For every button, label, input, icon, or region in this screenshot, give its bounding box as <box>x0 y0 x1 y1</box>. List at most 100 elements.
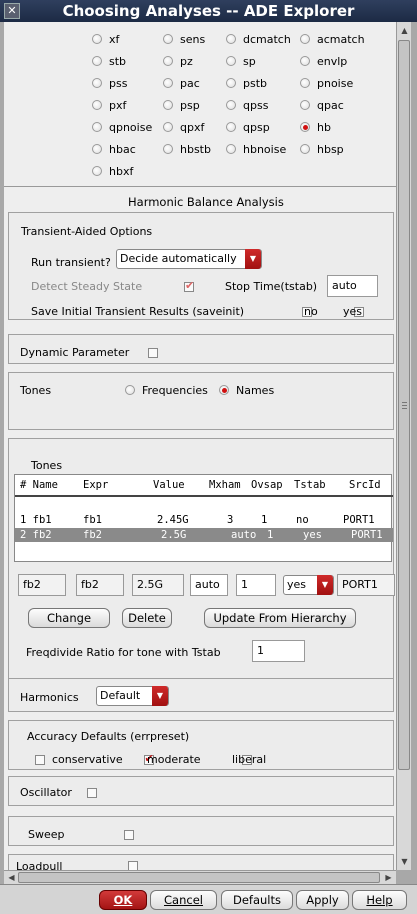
analysis-option-qpxf[interactable]: qpxf <box>163 120 204 136</box>
horizontal-scrollbar[interactable]: ◀ ▶ <box>4 870 396 884</box>
vertical-scroll-thumb[interactable] <box>398 40 410 770</box>
tone-tstab-value: yes <box>287 578 307 591</box>
radio-icon <box>226 34 236 44</box>
scroll-right-icon[interactable]: ▶ <box>383 872 394 883</box>
horizontal-scroll-thumb[interactable] <box>18 872 380 883</box>
tone-expr-field[interactable]: fb2 <box>76 574 124 596</box>
section-title: Harmonic Balance Analysis <box>128 195 284 209</box>
form-viewport: xf sens dcmatch acmatch stb pz sp envlp pss pac ps… <box>4 22 396 870</box>
radio-icon <box>163 100 173 110</box>
analysis-option-acmatch[interactable]: acmatch <box>300 32 365 48</box>
analysis-option-hb[interactable]: hb <box>300 120 331 136</box>
update-from-hierarchy-button[interactable]: Update From Hierarchy <box>204 608 356 628</box>
loadpull-checkbox[interactable] <box>128 861 138 870</box>
help-label: Help <box>366 893 393 907</box>
analysis-option-hbstb[interactable]: hbstb <box>163 142 211 158</box>
defaults-button[interactable]: Defaults <box>221 890 293 910</box>
radio-icon <box>163 122 173 132</box>
analysis-option-hbnoise[interactable]: hbnoise <box>226 142 286 158</box>
analysis-option-qpnoise[interactable]: qpnoise <box>92 120 152 136</box>
analysis-option-pac[interactable]: pac <box>163 76 200 92</box>
analysis-option-hbxf[interactable]: hbxf <box>92 164 133 180</box>
analysis-option-qpac[interactable]: qpac <box>300 98 344 114</box>
cell-srcid: PORT1 <box>343 514 375 526</box>
stop-time-input[interactable]: auto <box>327 275 378 297</box>
table-header: # Name Expr Value Mxham Ovsap Tstab SrcI… <box>15 475 393 497</box>
radio-icon <box>92 34 102 44</box>
cell-tstab: no <box>296 514 309 526</box>
analysis-option-label: sens <box>180 33 206 46</box>
sweep-checkbox[interactable] <box>124 830 134 840</box>
analysis-option-pstb[interactable]: pstb <box>226 76 267 92</box>
dynamic-parameter-checkbox[interactable] <box>148 348 158 358</box>
liberal-label: liberal <box>232 753 267 766</box>
analysis-option-label: pnoise <box>317 77 354 90</box>
apply-button[interactable]: Apply <box>296 890 349 910</box>
analysis-option-qpss[interactable]: qpss <box>226 98 268 114</box>
analysis-option-hbac[interactable]: hbac <box>92 142 136 158</box>
cell-value: 2.5G <box>161 529 187 541</box>
analysis-option-envlp[interactable]: envlp <box>300 54 347 70</box>
radio-icon <box>163 78 173 88</box>
scroll-left-icon[interactable]: ◀ <box>6 872 17 883</box>
radio-icon <box>300 34 310 44</box>
analysis-option-label: dcmatch <box>243 33 291 46</box>
tone-mxham-field[interactable]: auto <box>190 574 228 596</box>
scroll-down-icon[interactable]: ▼ <box>399 856 410 867</box>
analysis-option-xf[interactable]: xf <box>92 32 119 48</box>
conservative-checkbox[interactable] <box>35 755 45 765</box>
help-button[interactable]: Help <box>352 890 407 910</box>
analysis-option-pnoise[interactable]: pnoise <box>300 76 353 92</box>
change-button[interactable]: Change <box>28 608 110 628</box>
transient-options-panel: Transient-Aided Options Run transient? D… <box>8 212 394 320</box>
freqdivide-input[interactable]: 1 <box>252 640 305 662</box>
delete-button[interactable]: Delete <box>122 608 172 628</box>
cell-ovsap: 1 <box>267 529 274 541</box>
analysis-option-pss[interactable]: pss <box>92 76 127 92</box>
tone-value-field[interactable]: 2.5G <box>132 574 184 596</box>
radio-icon <box>226 56 236 66</box>
detect-steady-state-checkbox[interactable] <box>184 279 194 292</box>
analysis-option-pxf[interactable]: pxf <box>92 98 126 114</box>
ok-button[interactable]: OK <box>99 890 147 910</box>
analysis-option-psp[interactable]: psp <box>163 98 200 114</box>
tone-tstab-select[interactable]: yes ▼ <box>283 575 334 595</box>
vertical-scrollbar[interactable]: ▲ ▼ <box>396 22 411 870</box>
radio-icon <box>92 100 102 110</box>
scroll-up-icon[interactable]: ▲ <box>399 25 410 36</box>
tones-frequencies-option[interactable]: Frequencies <box>125 384 208 397</box>
analysis-option-dcmatch[interactable]: dcmatch <box>226 32 291 48</box>
tone-srcid-field[interactable]: PORT1 <box>337 574 395 596</box>
tones-names-option[interactable]: Names <box>219 384 274 397</box>
harmonics-select[interactable]: Default ▼ <box>96 686 169 706</box>
oscillator-checkbox[interactable] <box>87 788 97 798</box>
table-row-selected[interactable]: 2 fb2 fb2 2.5G auto 1 yes PORT1 <box>15 528 393 542</box>
analysis-option-label: acmatch <box>317 33 365 46</box>
analysis-option-pz[interactable]: pz <box>163 54 193 70</box>
close-icon[interactable]: ✕ <box>4 3 20 19</box>
loadpull-panel: Loadpull <box>8 854 394 870</box>
analysis-option-label: sp <box>243 55 256 68</box>
analysis-option-label: envlp <box>317 55 348 68</box>
col-header: Ovsap <box>251 479 283 491</box>
radio-selected-icon <box>219 385 229 395</box>
window-titlebar: ✕ Choosing Analyses -- ADE Explorer <box>0 0 417 22</box>
analysis-option-label: pxf <box>109 99 127 112</box>
radio-icon <box>226 100 236 110</box>
tone-name-field[interactable]: fb2 <box>18 574 66 596</box>
tone-ovsap-field[interactable]: 1 <box>236 574 276 596</box>
sweep-panel: Sweep <box>8 816 394 846</box>
analysis-option-label: hbsp <box>317 143 344 156</box>
table-row[interactable]: 1 fb1 fb1 2.45G 3 1 no PORT1 <box>15 513 393 527</box>
cancel-button[interactable]: Cancel <box>150 890 217 910</box>
run-transient-select[interactable]: Decide automatically ▼ <box>116 249 262 269</box>
analysis-option-sens[interactable]: sens <box>163 32 205 48</box>
analysis-option-qpsp[interactable]: qpsp <box>226 120 270 136</box>
analysis-option-stb[interactable]: stb <box>92 54 126 70</box>
analysis-option-label: hbstb <box>180 143 211 156</box>
analysis-option-sp[interactable]: sp <box>226 54 256 70</box>
freqdivide-label: Freqdivide Ratio for tone with Tstab <box>26 646 221 659</box>
harmonics-panel: Harmonics Default ▼ <box>8 678 394 712</box>
analysis-option-hbsp[interactable]: hbsp <box>300 142 344 158</box>
analysis-option-label: pz <box>180 55 193 68</box>
